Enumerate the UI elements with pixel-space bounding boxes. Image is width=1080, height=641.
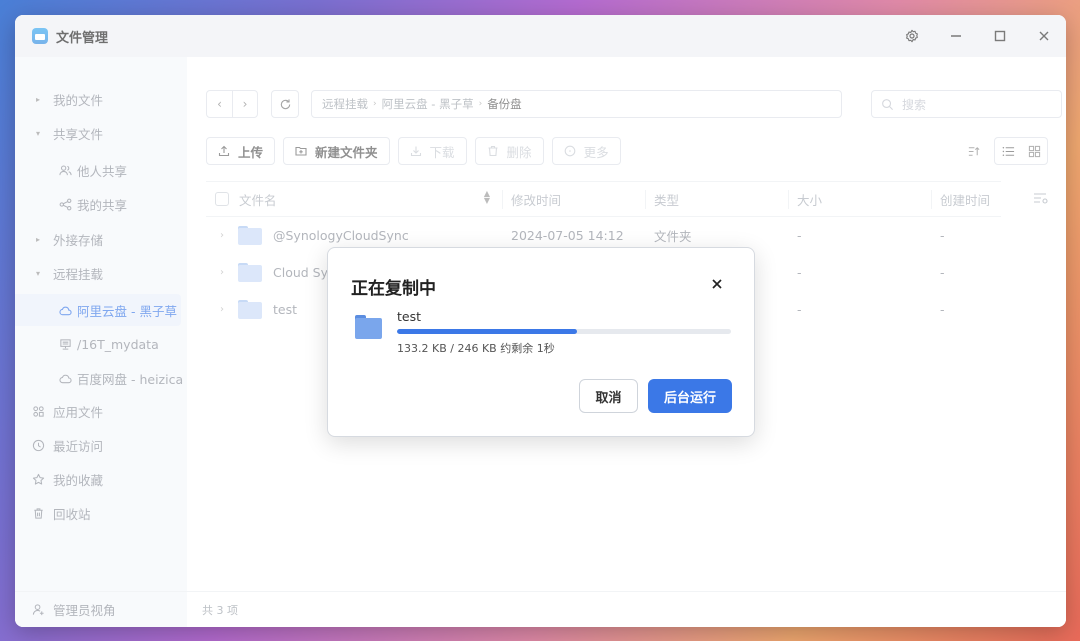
folder-icon (355, 315, 382, 339)
copy-progress-dialog: 正在复制中 test 133.2 KB / 246 KB 约剩余 1秒 取消 后… (327, 247, 755, 437)
run-in-background-button[interactable]: 后台运行 (648, 379, 732, 413)
close-icon (712, 279, 722, 289)
copy-file-name: test (397, 309, 422, 324)
copy-progress-fill (397, 329, 578, 334)
cancel-button[interactable]: 取消 (579, 379, 638, 413)
dialog-title: 正在复制中 (351, 279, 436, 299)
copy-progress-bar (397, 329, 731, 334)
dialog-close-button[interactable] (708, 275, 726, 293)
copy-status-text: 133.2 KB / 246 KB 约剩余 1秒 (397, 342, 555, 355)
